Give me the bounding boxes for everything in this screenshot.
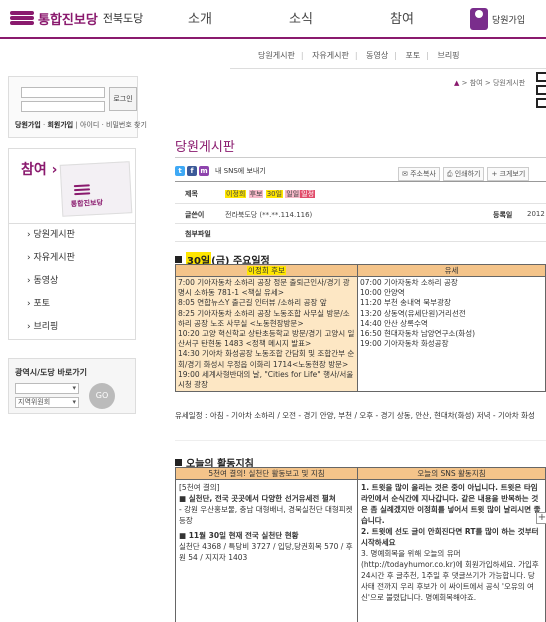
activity-col2-header: 오늘의 SNS 활동지침 <box>357 467 546 480</box>
password-input[interactable] <box>21 101 105 112</box>
member-join-link[interactable]: 당원가입 <box>15 121 41 129</box>
join-member-link[interactable]: 당원가입 <box>470 8 525 30</box>
logo-text: 통합진보당 <box>38 12 98 28</box>
meta-date-key: 등록일 <box>493 211 513 219</box>
home-icon[interactable]: ▲ <box>454 79 459 87</box>
meta-author-value: 전라북도당 (**.**.114.116) <box>225 211 313 219</box>
meta-title-value: 이정희 후보 30일 일일 일정 <box>225 190 316 198</box>
nav-news[interactable]: 소식 <box>289 8 313 27</box>
breadcrumb: ▲ > 참여 > 당원게시판 <box>454 79 526 87</box>
participate-title: 참여 › <box>21 162 58 178</box>
expand-icon[interactable]: + <box>536 512 546 524</box>
schedule-note: 유세일정 : 아침 - 기아차 소하리 / 오전 - 경기 안양, 부천 / 오… <box>175 411 535 420</box>
login-box: 로그인 당원가입 · 회원가입 | 아이디 · 비밀번호 찾기 <box>8 76 147 138</box>
site-logo[interactable]: 통합진보당 전북도당 <box>10 8 143 28</box>
meta-attach-row: 첨부파일 <box>175 224 546 242</box>
id-input[interactable] <box>21 87 105 98</box>
province-select[interactable] <box>15 383 79 394</box>
member-icon <box>470 8 488 30</box>
breadcrumb-participate[interactable]: 참여 <box>470 79 483 87</box>
subnav-video[interactable]: 동영상 <box>366 51 388 60</box>
title-divider <box>175 157 546 158</box>
site-join-link[interactable]: 회원가입 <box>47 121 73 129</box>
subnav-free-board[interactable]: 자유게시판 <box>312 51 349 60</box>
print-button[interactable]: ⎙ 인쇄하기 <box>442 167 485 181</box>
meta-title-key: 제목 <box>185 190 198 198</box>
bullet-square-icon <box>175 256 182 263</box>
qr-code-icon <box>536 72 546 112</box>
schedule-col2-header: 유세 <box>357 264 546 277</box>
activity-table: 5천여 결의! 실천단 활동보고 및 지침 오늘의 SNS 활동지침 [5천여 … <box>175 467 546 622</box>
campaign-schedule-cell: 07:00 기아자동차 소하리 공장 10:00 안양역 11:20 부천 송내… <box>357 275 546 393</box>
district-select[interactable]: 지역위원회 <box>15 397 79 408</box>
party-logo-icon <box>10 10 34 26</box>
side-menu-video[interactable]: › 동영상 <box>9 270 135 293</box>
nav-participate[interactable]: 참여 <box>390 8 414 27</box>
sub-navigation: 당원게시판 | 자유게시판 | 동영상 | 포토 | 브리핑 <box>258 51 460 60</box>
board-title: 당원게시판 <box>175 140 235 155</box>
join-member-label: 당원가입 <box>492 15 526 26</box>
candidate-schedule-cell: 7:00 기아자동차 소하리 공장 정문 출퇴근인사/경기 광명시 소하동 78… <box>175 275 358 393</box>
party-flag-image: 통합진보당 <box>59 161 133 217</box>
login-button[interactable]: 로그인 <box>109 87 137 111</box>
article-tools: ✉ 주소복사 ⎙ 인쇄하기 + 크게보기 <box>398 167 532 181</box>
subnav-member-board[interactable]: 당원게시판 <box>258 51 295 60</box>
breadcrumb-board[interactable]: 당원게시판 <box>493 79 525 87</box>
meta-author-key: 글쓴이 <box>185 211 205 219</box>
side-menu-member-board[interactable]: › 당원게시판 <box>9 224 135 247</box>
subnav-photo[interactable]: 포토 <box>405 51 420 60</box>
me2day-icon[interactable]: m <box>199 166 209 176</box>
meta-title-row: 제목 이정희 후보 30일 일일 일정 <box>175 182 546 204</box>
sns-label: 내 SNS에 보내기 <box>215 167 266 175</box>
nav-intro[interactable]: 소개 <box>188 8 212 27</box>
sns-guide-cell: 1. 트윗을 많이 올리는 것은 중이 아닙니다. 트윗은 타임라인에서 순식간… <box>357 479 546 622</box>
schedule-col1-header: 이정희 후보 <box>175 264 358 277</box>
twitter-icon[interactable]: t <box>175 166 185 176</box>
flag-logo-icon <box>73 184 91 196</box>
zoom-button[interactable]: + 크게보기 <box>487 167 530 181</box>
bullet-square-icon <box>175 459 182 466</box>
meta-attach-key: 첨부파일 <box>185 230 211 238</box>
subnav-divider <box>230 68 546 69</box>
region-name: 전북도당 <box>102 12 144 25</box>
header-divider <box>0 37 546 39</box>
subnav-briefing[interactable]: 브리핑 <box>437 51 459 60</box>
find-account-link[interactable]: 아이디 · 비밀번호 찾기 <box>80 121 147 129</box>
copy-url-button[interactable]: ✉ 주소복사 <box>398 167 440 181</box>
facebook-icon[interactable]: f <box>187 166 197 176</box>
sns-share: t f m 내 SNS에 보내기 <box>175 166 266 176</box>
flag-text: 통합진보당 <box>70 198 104 209</box>
participate-banner: 참여 › 통합진보당 <box>8 148 136 224</box>
login-links: 당원가입 · 회원가입 | 아이디 · 비밀번호 찾기 <box>15 121 147 129</box>
section-divider <box>175 440 546 441</box>
side-menu-free-board[interactable]: › 자유게시판 <box>9 247 135 270</box>
side-menu-photo[interactable]: › 포토 <box>9 293 135 316</box>
meta-date-value: 2012 <box>527 210 545 218</box>
action-report-cell: [5천여 결의] ■ 실천단, 전국 곳곳에서 다양한 선거유세전 펼쳐 - 강… <box>175 479 358 622</box>
side-menu: › 당원게시판 › 자유게시판 › 동영상 › 포토 › 브리핑 <box>8 224 136 340</box>
meta-author-row: 글쓴이 전라북도당 (**.**.114.116) 등록일 2012 <box>175 204 546 224</box>
region-shortcut-box: 광역시/도당 바로가기 지역위원회 GO <box>8 358 136 414</box>
activity-col1-header: 5천여 결의! 실천단 활동보고 및 지침 <box>175 467 358 480</box>
region-shortcut-title: 광역시/도당 바로가기 <box>15 368 87 377</box>
side-menu-briefing[interactable]: › 브리핑 <box>9 316 135 339</box>
schedule-table: 이정희 후보 유세 7:00 기아자동차 소하리 공장 정문 출퇴근인사/경기 … <box>175 264 546 393</box>
go-button[interactable]: GO <box>89 383 115 409</box>
